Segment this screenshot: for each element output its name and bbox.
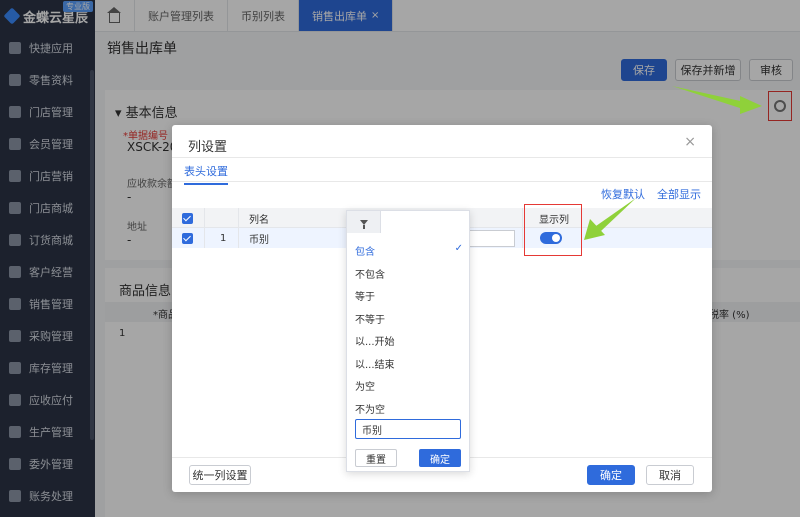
arrow-to-toggle (584, 198, 636, 240)
annotation-arrows (584, 86, 762, 240)
arrow-to-settings (672, 86, 762, 114)
